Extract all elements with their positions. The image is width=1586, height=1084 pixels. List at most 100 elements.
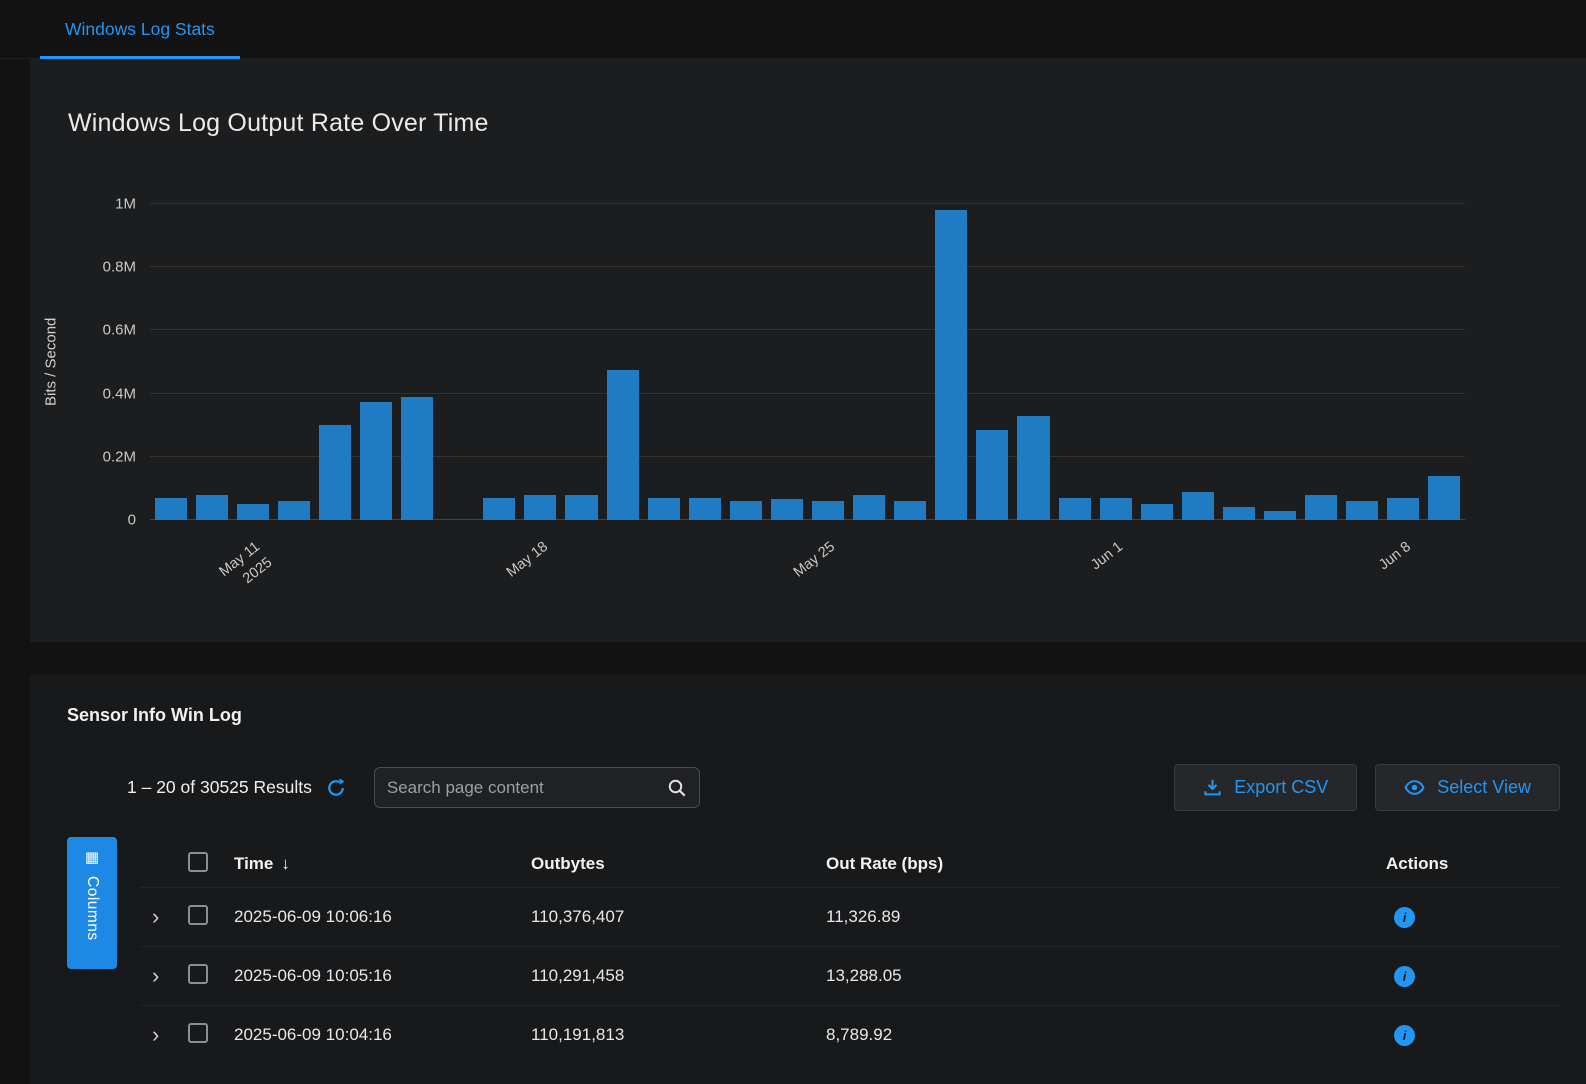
row-checkbox[interactable] (188, 1023, 208, 1043)
cell-out-rate: 8,789.92 (826, 1025, 1386, 1045)
bar[interactable] (935, 210, 967, 520)
bar[interactable] (483, 498, 515, 520)
bar-slot (314, 204, 355, 520)
search-icon[interactable] (667, 778, 687, 798)
header-time[interactable]: Time↓ (234, 854, 531, 874)
select-view-label: Select View (1437, 777, 1531, 798)
bar[interactable] (853, 495, 885, 520)
results-count: 1 – 20 of 30525 Results (127, 777, 312, 798)
bar[interactable] (730, 501, 762, 520)
bar[interactable] (1100, 498, 1132, 520)
bar-slot (890, 204, 931, 520)
columns-grid-icon: ▦ (85, 850, 99, 865)
bar[interactable] (237, 504, 269, 520)
bar-slot (849, 204, 890, 520)
y-tick-label: 0.4M (103, 385, 136, 402)
sort-desc-icon: ↓ (281, 854, 290, 873)
bar-slot (602, 204, 643, 520)
bar[interactable] (565, 495, 597, 520)
x-tick-label: Jun 8 (1375, 538, 1415, 575)
chart: Bits / Second 00.2M0.4M0.6M0.8M1M (30, 204, 1586, 520)
bar[interactable] (401, 397, 433, 520)
bar-slot (643, 204, 684, 520)
data-table: Time↓ Outbytes Out Rate (bps) Actions ›2… (140, 841, 1560, 1064)
columns-button[interactable]: ▦ Columns (67, 837, 117, 969)
bar-slot (355, 204, 396, 520)
tab-windows-log-stats[interactable]: Windows Log Stats (40, 0, 240, 58)
tab-bar: Windows Log Stats (0, 0, 1586, 59)
bar-slot (1383, 204, 1424, 520)
cell-time: 2025-06-09 10:05:16 (234, 966, 531, 986)
y-axis-ticks: 00.2M0.4M0.6M0.8M1M (72, 204, 150, 520)
bar-slot (684, 204, 725, 520)
y-tick-label: 0.6M (103, 322, 136, 339)
bar-slot (397, 204, 438, 520)
cell-out-rate: 11,326.89 (826, 907, 1386, 927)
select-view-button[interactable]: Select View (1375, 764, 1560, 811)
bar[interactable] (1223, 507, 1255, 520)
x-axis-ticks: May 11 2025May 18May 25Jun 1Jun 8 (150, 526, 1465, 616)
expand-row-icon[interactable]: › (152, 906, 159, 928)
info-icon[interactable]: i (1394, 966, 1415, 987)
expand-row-icon[interactable]: › (152, 1024, 159, 1046)
bar-slot (1260, 204, 1301, 520)
bar[interactable] (319, 425, 351, 520)
refresh-icon (326, 778, 346, 798)
bar[interactable] (1387, 498, 1419, 520)
bar[interactable] (1264, 511, 1296, 520)
table-row: ›2025-06-09 10:06:16110,376,40711,326.89… (140, 887, 1560, 946)
cell-time: 2025-06-09 10:04:16 (234, 1025, 531, 1045)
export-csv-button[interactable]: Export CSV (1174, 764, 1357, 811)
header-out-rate[interactable]: Out Rate (bps) (826, 854, 1386, 874)
section-title: Sensor Info Win Log (30, 675, 1586, 726)
info-icon[interactable]: i (1394, 907, 1415, 928)
bar[interactable] (1305, 495, 1337, 520)
bar-slot (520, 204, 561, 520)
bar[interactable] (812, 501, 844, 520)
bar[interactable] (894, 501, 926, 520)
cell-out-rate: 13,288.05 (826, 966, 1386, 986)
bar[interactable] (1182, 492, 1214, 520)
bar-slot (561, 204, 602, 520)
row-checkbox[interactable] (188, 964, 208, 984)
bar[interactable] (976, 430, 1008, 520)
bar[interactable] (155, 498, 187, 520)
bar[interactable] (607, 370, 639, 520)
bar-slot (1095, 204, 1136, 520)
bar-slot (1177, 204, 1218, 520)
table-body: ›2025-06-09 10:06:16110,376,40711,326.89… (140, 887, 1560, 1064)
table-panel: Sensor Info Win Log 1 – 20 of 30525 Resu… (30, 675, 1586, 1084)
bar[interactable] (360, 402, 392, 521)
expand-row-icon[interactable]: › (152, 965, 159, 987)
bar[interactable] (1428, 476, 1460, 520)
bar[interactable] (771, 499, 803, 520)
header-actions: Actions (1386, 854, 1560, 874)
bar-slot (1136, 204, 1177, 520)
cell-outbytes: 110,291,458 (531, 966, 826, 986)
refresh-button[interactable] (326, 778, 346, 798)
bar[interactable] (1141, 504, 1173, 520)
bar[interactable] (1017, 416, 1049, 520)
x-tick-label: May 11 2025 (216, 538, 277, 597)
row-checkbox[interactable] (188, 905, 208, 925)
header-outbytes[interactable]: Outbytes (531, 854, 826, 874)
bar[interactable] (278, 501, 310, 520)
bar[interactable] (524, 495, 556, 520)
bar-slot (438, 204, 479, 520)
bar-slot (1342, 204, 1383, 520)
bar[interactable] (1059, 498, 1091, 520)
search-input[interactable] (387, 778, 667, 798)
columns-button-label: Columns (83, 876, 101, 941)
info-icon[interactable]: i (1394, 1025, 1415, 1046)
bar[interactable] (689, 498, 721, 520)
bar-slot (766, 204, 807, 520)
bar[interactable] (648, 498, 680, 520)
plot-area (150, 204, 1465, 520)
y-tick-label: 1M (115, 196, 136, 213)
bar-slot (725, 204, 766, 520)
select-all-checkbox[interactable] (188, 852, 208, 872)
eye-icon (1404, 777, 1425, 798)
bar[interactable] (196, 495, 228, 520)
y-tick-label: 0.8M (103, 259, 136, 276)
bar[interactable] (1346, 501, 1378, 520)
